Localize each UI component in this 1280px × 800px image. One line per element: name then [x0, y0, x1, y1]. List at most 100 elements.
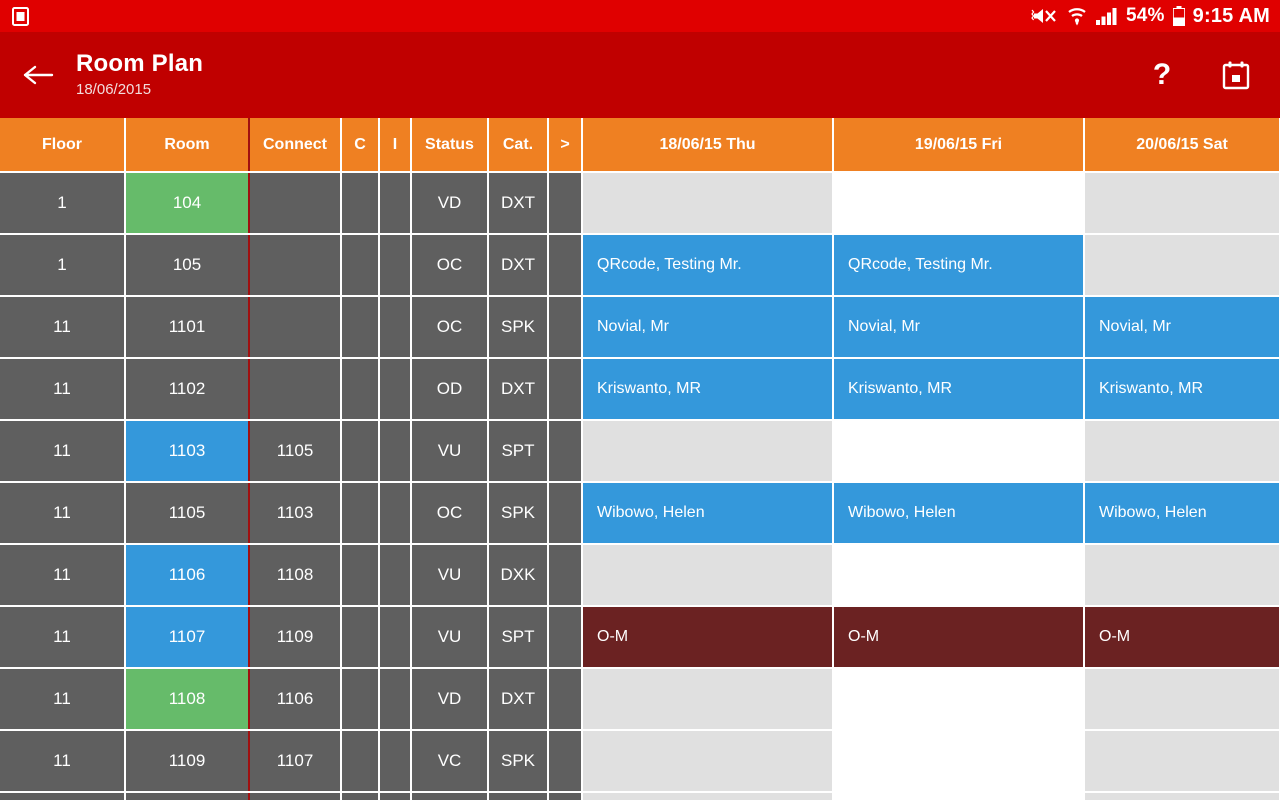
available-cell[interactable]	[1084, 420, 1280, 483]
col-header-arrow[interactable]: >	[548, 118, 583, 173]
available-cell[interactable]	[1084, 172, 1280, 235]
available-cell[interactable]	[1084, 234, 1280, 297]
table-row[interactable]: 11 1109 1107 VC SPK	[0, 730, 1280, 793]
cell-status: VU	[411, 420, 489, 483]
reservation-cell[interactable]: Wibowo, Helen	[833, 482, 1085, 545]
cell-floor: 1	[0, 172, 126, 235]
reservation-cell[interactable]: Novial, Mr	[833, 296, 1085, 359]
cell-room[interactable]: 1101	[125, 296, 250, 359]
col-header-i[interactable]: I	[379, 118, 412, 173]
available-cell[interactable]	[582, 172, 834, 235]
reservation-cell[interactable]: Wibowo, Helen	[582, 482, 834, 545]
cell-arrow[interactable]	[548, 730, 583, 793]
cell-i	[379, 172, 412, 235]
cell-arrow[interactable]	[548, 172, 583, 235]
available-cell[interactable]	[582, 544, 834, 607]
available-cell[interactable]	[833, 730, 1085, 793]
table-row[interactable]: 11 1105 1103 OC SPK Wibowo, Helen Wibowo, Hele…	[0, 482, 1280, 545]
page-title: Room Plan	[76, 50, 204, 77]
available-cell[interactable]	[582, 668, 834, 731]
available-cell[interactable]	[1084, 730, 1280, 793]
available-cell[interactable]	[582, 420, 834, 483]
available-cell[interactable]	[582, 730, 834, 793]
available-cell[interactable]	[833, 420, 1085, 483]
cell-arrow[interactable]	[548, 234, 583, 297]
available-cell[interactable]	[833, 544, 1085, 607]
table-row[interactable]	[0, 792, 1280, 800]
cell-arrow[interactable]	[548, 420, 583, 483]
available-cell[interactable]	[1084, 668, 1280, 731]
cell-arrow[interactable]	[548, 358, 583, 421]
cell-i	[379, 792, 412, 800]
cell-room[interactable]: 1108	[125, 668, 250, 731]
available-cell[interactable]	[833, 172, 1085, 235]
cell-room[interactable]: 1105	[125, 482, 250, 545]
reservation-cell[interactable]: Kriswanto, MR	[582, 358, 834, 421]
reservation-cell[interactable]: Kriswanto, MR	[833, 358, 1085, 421]
available-cell[interactable]	[1084, 544, 1280, 607]
cell-i	[379, 234, 412, 297]
cell-floor: 11	[0, 730, 126, 793]
cell-arrow[interactable]	[548, 482, 583, 545]
cell-room[interactable]: 1106	[125, 544, 250, 607]
col-header-date-1[interactable]: 18/06/15 Thu	[582, 118, 834, 173]
available-cell[interactable]	[582, 792, 834, 800]
cell-connect: 1107	[249, 730, 342, 793]
col-header-date-2[interactable]: 19/06/15 Fri	[833, 118, 1085, 173]
table-row[interactable]: 11 1102 OD DXT Kriswanto, MR Kriswanto, MR Kri…	[0, 358, 1280, 421]
col-header-floor[interactable]: Floor	[0, 118, 126, 173]
cell-connect: 1108	[249, 544, 342, 607]
room-plan-grid[interactable]: Floor Room Connect C I Status Cat. > 18/…	[0, 118, 1280, 800]
table-row[interactable]: 11 1106 1108 VU DXK	[0, 544, 1280, 607]
cell-room[interactable]: 104	[125, 172, 250, 235]
cell-arrow[interactable]	[548, 606, 583, 669]
reservation-cell[interactable]: QRcode, Testing Mr.	[833, 234, 1085, 297]
cell-room[interactable]: 1102	[125, 358, 250, 421]
cell-status	[411, 792, 489, 800]
back-arrow-icon	[23, 65, 54, 85]
reservation-cell[interactable]: Novial, Mr	[1084, 296, 1280, 359]
cell-room[interactable]: 105	[125, 234, 250, 297]
cell-cat: DXT	[488, 172, 549, 235]
back-button[interactable]	[0, 32, 76, 118]
reservation-cell[interactable]: O-M	[833, 606, 1085, 669]
table-row[interactable]: 11 1103 1105 VU SPT	[0, 420, 1280, 483]
col-header-status[interactable]: Status	[411, 118, 489, 173]
cell-arrow[interactable]	[548, 792, 583, 800]
col-header-date-3[interactable]: 20/06/15 Sat	[1084, 118, 1280, 173]
col-header-room[interactable]: Room	[125, 118, 250, 173]
cell-cat: DXT	[488, 234, 549, 297]
table-row[interactable]: 11 1107 1109 VU SPT O-M O-M O-M	[0, 606, 1280, 669]
reservation-cell[interactable]: Kriswanto, MR	[1084, 358, 1280, 421]
cell-arrow[interactable]	[548, 668, 583, 731]
calendar-icon	[1222, 61, 1250, 90]
cell-room[interactable]: 1109	[125, 730, 250, 793]
reservation-cell[interactable]: O-M	[582, 606, 834, 669]
cell-c	[341, 172, 380, 235]
cell-room[interactable]	[125, 792, 250, 800]
reservation-cell[interactable]: O-M	[1084, 606, 1280, 669]
mute-icon	[1031, 6, 1059, 26]
table-row[interactable]: 11 1101 OC SPK Novial, Mr Novial, Mr Novial, M…	[0, 296, 1280, 359]
help-button[interactable]: ?	[1144, 55, 1180, 95]
status-bar-clock: 9:15 AM	[1192, 4, 1270, 27]
col-header-cat[interactable]: Cat.	[488, 118, 549, 173]
table-row[interactable]: 11 1108 1106 VD DXT	[0, 668, 1280, 731]
cell-connect: 1105	[249, 420, 342, 483]
available-cell[interactable]	[1084, 792, 1280, 800]
col-header-connect[interactable]: Connect	[249, 118, 342, 173]
col-header-c[interactable]: C	[341, 118, 380, 173]
reservation-cell[interactable]: QRcode, Testing Mr.	[582, 234, 834, 297]
cell-room[interactable]: 1103	[125, 420, 250, 483]
calendar-button[interactable]	[1218, 55, 1254, 95]
table-row[interactable]: 1 104 VD DXT	[0, 172, 1280, 235]
available-cell[interactable]	[833, 668, 1085, 731]
reservation-cell[interactable]: Wibowo, Helen	[1084, 482, 1280, 545]
reservation-cell[interactable]: Novial, Mr	[582, 296, 834, 359]
cell-arrow[interactable]	[548, 544, 583, 607]
table-row[interactable]: 1 105 OC DXT QRcode, Testing Mr. QRcode, Test…	[0, 234, 1280, 297]
cell-room[interactable]: 1107	[125, 606, 250, 669]
cell-cat: DXK	[488, 544, 549, 607]
cell-arrow[interactable]	[548, 296, 583, 359]
available-cell[interactable]	[833, 792, 1085, 800]
